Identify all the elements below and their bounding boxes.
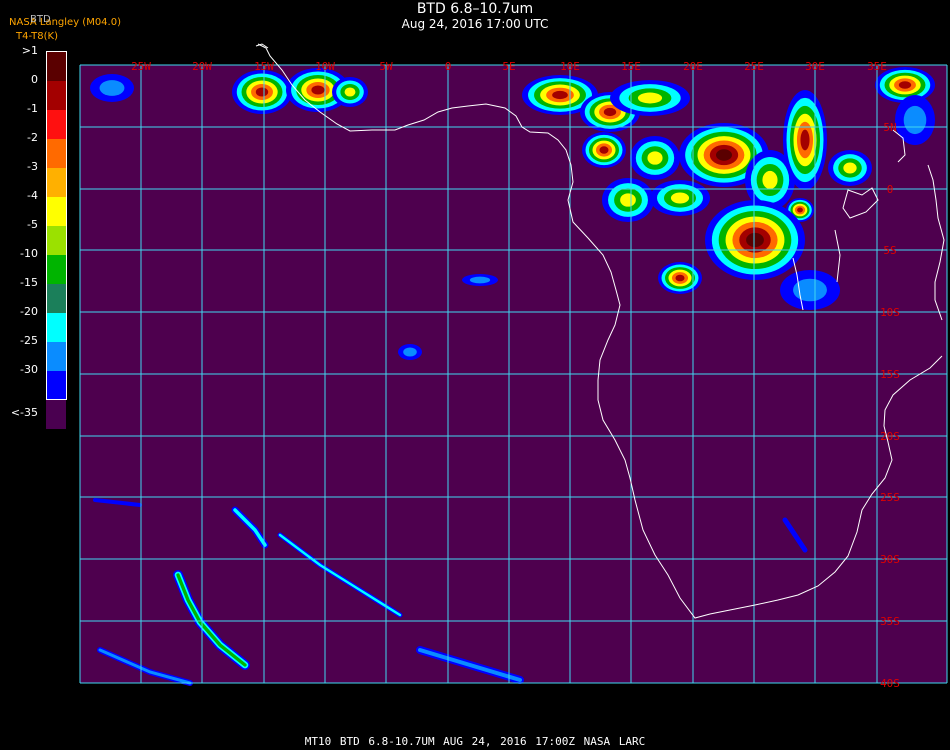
longitude-label: 5E — [502, 60, 515, 73]
cloud-region — [637, 92, 663, 104]
longitude-label: 15W — [254, 60, 274, 73]
longitude-label: 5W — [379, 60, 393, 73]
longitude-label: 0 — [445, 60, 452, 73]
cloud-region — [311, 85, 325, 95]
longitude-label: 25E — [744, 60, 764, 73]
cloud-region — [620, 193, 636, 207]
cloud-region — [99, 80, 125, 96]
latitude-label: 0 — [887, 183, 894, 196]
cloud-region — [255, 87, 269, 97]
latitude-label: 30S — [880, 553, 900, 566]
cloud-region — [843, 162, 857, 174]
latitude-label: 10S — [880, 306, 900, 319]
longitude-label: 35E — [867, 60, 887, 73]
cloud-region — [797, 207, 803, 213]
latitude-label: 25S — [880, 491, 900, 504]
longitude-label: 10W — [315, 60, 335, 73]
longitude-label: 20W — [192, 60, 212, 73]
longitude-label: 20E — [683, 60, 703, 73]
cloud-region — [603, 107, 617, 117]
latitude-label: 35S — [880, 615, 900, 628]
latitude-label: 15S — [880, 368, 900, 381]
latitude-label: 20S — [880, 430, 900, 443]
footer-caption: MT10 BTD 6.8-10.7UM AUG 24, 2016 17:00Z … — [304, 735, 646, 748]
longitude-label: 10E — [560, 60, 580, 73]
latitude-label: 5S — [883, 244, 896, 257]
latitude-label: 5N — [883, 121, 896, 134]
cloud-region — [898, 81, 912, 89]
cloud-region — [800, 129, 810, 151]
cloud-region — [670, 192, 690, 204]
cloud-region — [647, 151, 663, 165]
cloud-region — [403, 347, 417, 357]
longitude-label: 25W — [131, 60, 151, 73]
cloud-region — [762, 170, 778, 190]
cloud-region — [552, 90, 568, 100]
cloud-region — [675, 274, 685, 282]
longitude-label: 15E — [621, 60, 641, 73]
satellite-map: 25W 20W 15W 10W 5W 0 5E 10E 15E 20E 25E 30E 35E 5N 0 5S… — [79, 43, 948, 690]
latitude-label: 40S — [880, 677, 900, 690]
cloud-region — [903, 105, 927, 135]
cloud-region — [469, 276, 491, 284]
cloud-region — [599, 146, 609, 154]
cloud-region — [746, 232, 764, 248]
cloud-region — [715, 149, 733, 161]
longitude-label: 30E — [805, 60, 825, 73]
cloud-region — [344, 87, 356, 97]
